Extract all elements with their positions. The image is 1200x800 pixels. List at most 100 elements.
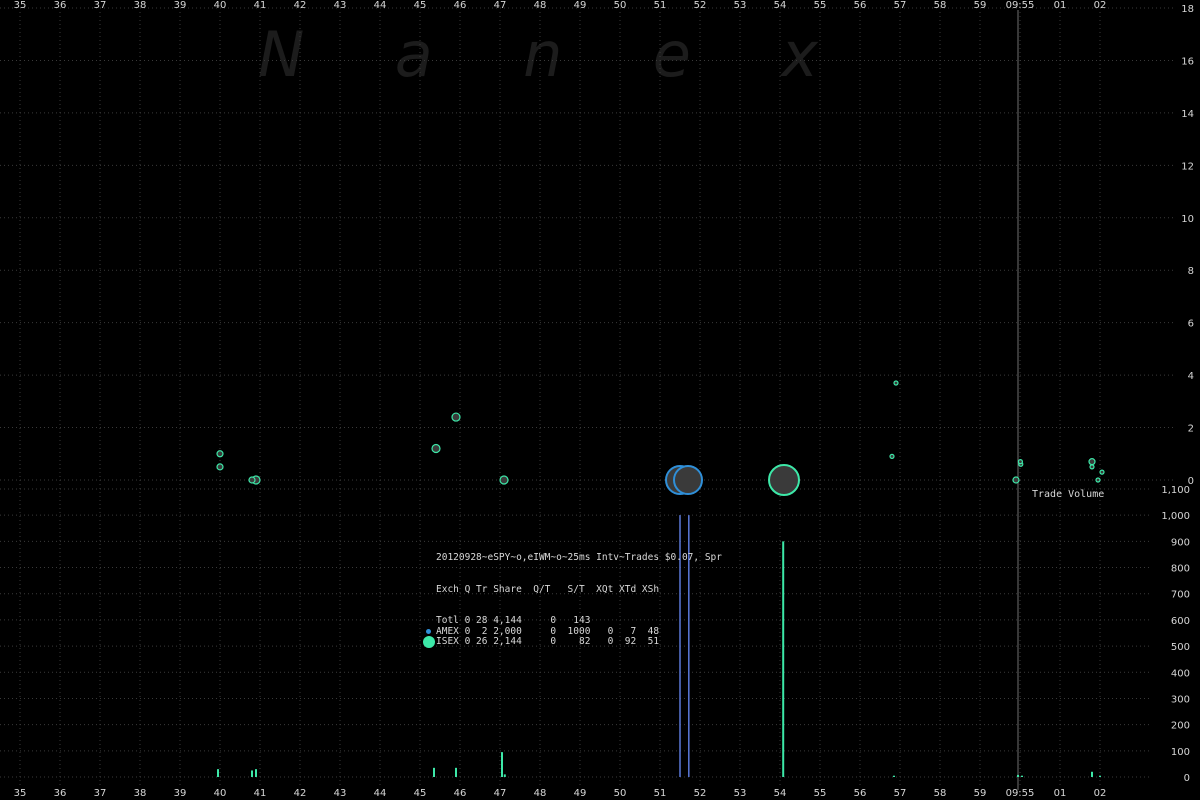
price-y-tick-label: 4 — [1188, 371, 1194, 382]
trade-bubble — [1095, 477, 1101, 483]
x-tick-label-bottom: 39 — [174, 788, 187, 799]
x-tick-label-bottom: 44 — [374, 788, 387, 799]
x-tick-label-top: 53 — [734, 0, 747, 11]
price-y-tick-label: 18 — [1181, 4, 1194, 15]
price-y-tick-label: 2 — [1188, 424, 1194, 435]
x-tick-label-bottom: 02 — [1094, 788, 1107, 799]
price-y-tick-label: 14 — [1181, 109, 1194, 120]
trade-bubble — [216, 463, 224, 471]
x-tick-label-top: 02 — [1094, 0, 1107, 11]
x-tick-label-bottom: 45 — [414, 788, 427, 799]
x-tick-label-bottom: 01 — [1054, 788, 1067, 799]
volume-y-tick-label: 900 — [1171, 537, 1190, 548]
x-tick-label-top: 39 — [174, 0, 187, 11]
x-tick-label-bottom: 42 — [294, 788, 307, 799]
x-tick-label-top: 44 — [374, 0, 387, 11]
x-tick-label-top: 51 — [654, 0, 667, 11]
x-tick-label-top: 01 — [1054, 0, 1067, 11]
trade-bubble — [431, 443, 441, 454]
x-tick-label-top: 59 — [974, 0, 987, 11]
stats-row: Totl 0 28 4,144 0 143 — [425, 615, 722, 627]
stats-row-text: AMEX 0 2 2,000 0 1000 0 7 48 — [436, 625, 660, 637]
volume-y-tick-label: 500 — [1171, 642, 1190, 653]
volume-y-tick-label: 300 — [1171, 694, 1190, 705]
stats-row: ISEX 0 26 2,144 0 82 0 92 51 — [423, 636, 722, 648]
x-tick-label-bottom: 59 — [974, 788, 987, 799]
x-tick-label-top: 54 — [774, 0, 787, 11]
trade-bubble — [1089, 464, 1095, 470]
x-tick-label-bottom: 56 — [854, 788, 867, 799]
amex-legend-dot — [426, 628, 431, 634]
trade-chart: N a n e x 353536363737383839394040414142… — [0, 0, 1194, 799]
volume-y-tick-label: 800 — [1171, 564, 1190, 575]
x-tick-label-bottom: 52 — [694, 788, 707, 799]
x-tick-label-top: 37 — [94, 0, 107, 11]
trade-bubble — [1099, 469, 1105, 475]
x-tick-label-top: 47 — [494, 0, 507, 11]
x-tick-label-bottom: 57 — [894, 788, 907, 799]
trade-bubble — [673, 465, 703, 495]
x-tick-label-top: 45 — [414, 0, 427, 11]
x-tick-label-bottom: 41 — [254, 788, 267, 799]
x-tick-label-top: 36 — [54, 0, 67, 11]
exchange-stats-table: 20120928~eSPY~o,eIWM~o~25ms Intv~Trades … — [423, 532, 722, 658]
trade-bubble — [889, 453, 895, 459]
x-tick-label-top: 56 — [854, 0, 867, 11]
x-tick-label-bottom: 51 — [654, 788, 667, 799]
watermark-text: N a n e x — [258, 18, 819, 91]
stats-header: Exch Q Tr Share Q/T S/T XQt XTd XSh — [436, 583, 660, 595]
x-tick-label-top: 57 — [894, 0, 907, 11]
x-tick-label-bottom: 09:55 — [1006, 788, 1035, 799]
stats-row-text: ISEX 0 26 2,144 0 82 0 92 51 — [436, 636, 660, 647]
price-y-tick-label: 6 — [1188, 319, 1194, 330]
x-tick-label-top: 48 — [534, 0, 547, 11]
trade-bubble — [1012, 476, 1020, 484]
volume-y-tick-label: 700 — [1171, 590, 1190, 601]
x-tick-label-top: 43 — [334, 0, 347, 11]
x-tick-label-bottom: 47 — [494, 788, 507, 799]
x-tick-label-top: 50 — [614, 0, 627, 11]
trade-bubble — [499, 475, 509, 485]
x-tick-label-bottom: 55 — [814, 788, 827, 799]
trade-bubble — [1088, 458, 1096, 466]
x-tick-label-top: 46 — [454, 0, 467, 11]
trade-bubble — [768, 464, 800, 496]
x-tick-label-top: 41 — [254, 0, 267, 11]
x-tick-label-bottom: 50 — [614, 788, 627, 799]
x-tick-label-bottom: 53 — [734, 788, 747, 799]
x-tick-label-bottom: 37 — [94, 788, 107, 799]
x-tick-label-bottom: 43 — [334, 788, 347, 799]
x-tick-label-bottom: 46 — [454, 788, 467, 799]
price-y-tick-label: 12 — [1181, 161, 1194, 172]
x-tick-label-top: 35 — [14, 0, 27, 11]
volume-y-tick-label: 1,000 — [1161, 511, 1190, 522]
volume-y-tick-label: 200 — [1171, 721, 1190, 732]
volume-y-tick-label: 0 — [1184, 773, 1190, 784]
x-tick-label-bottom: 38 — [134, 788, 147, 799]
trade-bubble — [893, 380, 899, 386]
x-tick-label-top: 55 — [814, 0, 827, 11]
x-tick-label-bottom: 49 — [574, 788, 587, 799]
volume-y-tick-label: 1,100 — [1161, 485, 1190, 496]
x-tick-label-top: 52 — [694, 0, 707, 11]
trade-volume-label: Trade Volume — [1032, 489, 1105, 500]
price-y-tick-label: 16 — [1181, 56, 1194, 67]
trade-bubble — [1017, 459, 1024, 465]
x-tick-label-bottom: 40 — [214, 788, 227, 799]
volume-y-tick-label: 600 — [1171, 616, 1190, 627]
volume-y-tick-label: 100 — [1171, 747, 1190, 758]
trade-bubble — [451, 412, 461, 422]
price-y-tick-label: 10 — [1181, 214, 1194, 225]
x-tick-label-bottom: 54 — [774, 788, 787, 799]
trade-bubble — [216, 450, 224, 458]
x-tick-label-bottom: 48 — [534, 788, 547, 799]
x-tick-label-top: 42 — [294, 0, 307, 11]
x-tick-label-bottom: 36 — [54, 788, 67, 799]
x-tick-label-bottom: 35 — [14, 788, 27, 799]
isex-legend-dot — [423, 636, 435, 648]
trade-bubble — [248, 476, 256, 484]
volume-y-tick-label: 400 — [1171, 668, 1190, 679]
x-tick-label-top: 58 — [934, 0, 947, 11]
stats-row-text: Totl 0 28 4,144 0 143 — [436, 615, 591, 626]
x-tick-label-top: 38 — [134, 0, 147, 11]
